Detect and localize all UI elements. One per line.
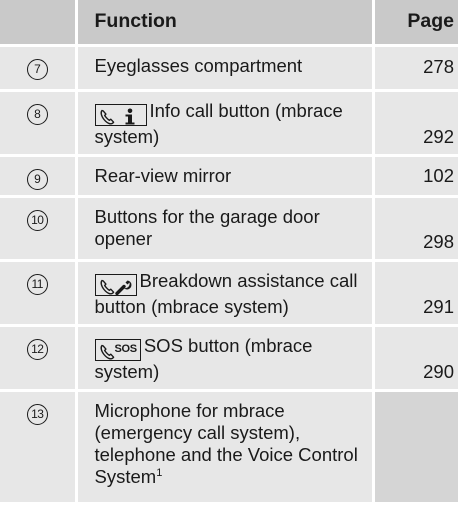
table-row: 11 Breakdown assistance call button (mbr…	[0, 260, 458, 327]
function-table: Function Page 7 Eyeglasses compartment 2…	[0, 0, 458, 505]
phone-sos-icon: SOS	[94, 338, 141, 361]
function-cell: Microphone for mbrace (emergency call sy…	[74, 390, 373, 505]
sos-icon-label: SOS	[114, 342, 138, 355]
header-function: Function	[74, 0, 373, 47]
item-number: 11	[26, 273, 48, 295]
item-number: 8	[26, 103, 48, 125]
table-row: 7 Eyeglasses compartment 278	[0, 45, 458, 92]
header-page: Page	[371, 0, 458, 47]
item-number-cell: 10	[0, 196, 76, 262]
item-number: 12	[26, 338, 48, 360]
table-row: 10 Buttons for the garage door opener 29…	[0, 196, 458, 262]
function-cell: SOS SOS button (mbrace system)	[74, 325, 373, 392]
table-row: 9 Rear-view mirror 102	[0, 155, 458, 198]
page-number: 102	[371, 155, 458, 198]
footnote-marker: 1	[156, 466, 163, 479]
function-text: Microphone for mbrace (emergency call sy…	[94, 399, 358, 487]
item-number-cell: 7	[0, 45, 76, 92]
item-number: 7	[26, 58, 48, 80]
item-number: 9	[26, 168, 48, 190]
item-number-cell: 13	[0, 390, 76, 505]
function-cell: Buttons for the garage door opener	[74, 196, 373, 262]
page-number-empty	[371, 390, 458, 505]
page-number: 278	[371, 45, 458, 92]
page-number: 290	[371, 325, 458, 392]
item-number-cell: 11	[0, 260, 76, 327]
page-number: 298	[371, 196, 458, 262]
table-row: 12 SOS SOS button (mbrace system) 290	[0, 325, 458, 392]
function-cell: Breakdown assistance call button (mbrace…	[74, 260, 373, 327]
function-cell: Info call button (mbrace system)	[74, 90, 373, 157]
function-cell: Rear-view mirror	[74, 155, 373, 198]
item-number-cell: 9	[0, 155, 76, 198]
table-row: 8 Info call button (mbrace system) 292	[0, 90, 458, 157]
phone-info-icon	[94, 103, 147, 126]
table-header-row: Function Page	[0, 0, 458, 47]
item-number: 13	[26, 403, 48, 425]
page-number: 292	[371, 90, 458, 157]
table-row: 13 Microphone for mbrace (emergency call…	[0, 390, 458, 505]
item-number: 10	[26, 209, 48, 231]
phone-wrench-icon	[94, 273, 137, 296]
function-cell: Eyeglasses compartment	[74, 45, 373, 92]
item-number-cell: 12	[0, 325, 76, 392]
header-number-cell	[0, 0, 76, 47]
page-number: 291	[371, 260, 458, 327]
item-number-cell: 8	[0, 90, 76, 157]
